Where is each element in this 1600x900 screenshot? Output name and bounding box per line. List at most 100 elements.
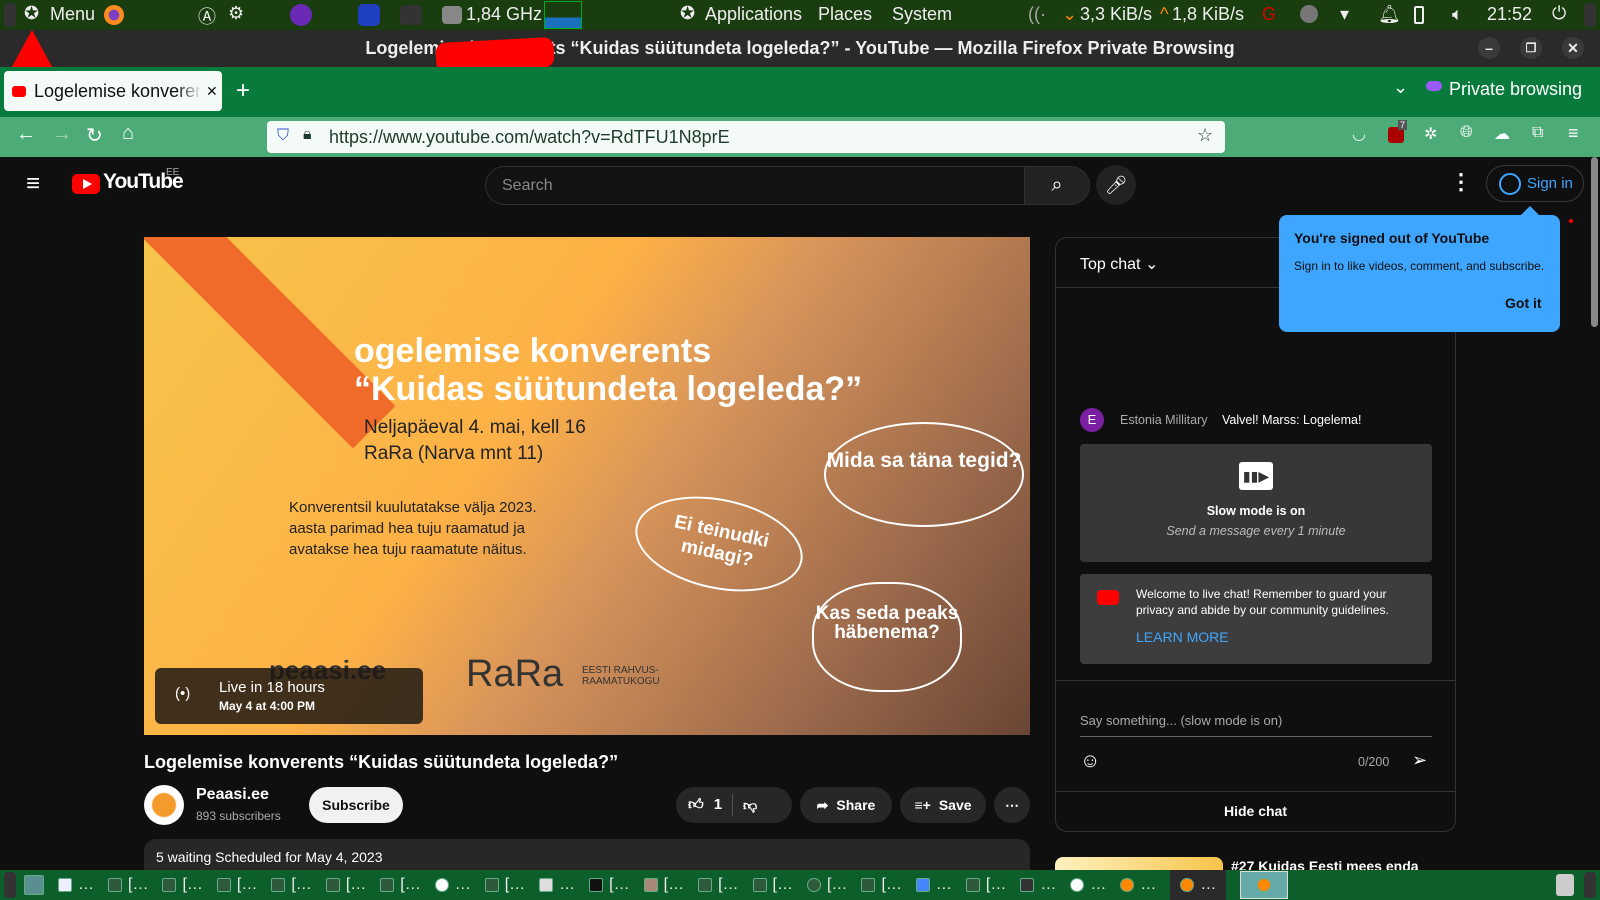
chat-author-name[interactable]: Estonia Millitary bbox=[1120, 413, 1208, 427]
tab-youtube[interactable]: Logelemise konverents ✕ bbox=[4, 71, 222, 111]
search-button[interactable]: ⌕ bbox=[1024, 166, 1090, 205]
learn-more-link[interactable]: LEARN MORE bbox=[1136, 629, 1229, 645]
mpx-icon[interactable]: G bbox=[1262, 4, 1276, 25]
firefox-launcher-icon[interactable] bbox=[104, 5, 124, 25]
maximize-button[interactable]: ❐ bbox=[1520, 37, 1542, 59]
taskbar-item[interactable]: [… bbox=[380, 876, 421, 894]
taskbar-item[interactable]: [… bbox=[752, 876, 793, 894]
cloud-extension-icon[interactable]: ☁ bbox=[1494, 124, 1510, 144]
taskbar-item[interactable]: [… bbox=[271, 876, 312, 894]
app-menu-icon[interactable]: ≡ bbox=[1568, 123, 1579, 144]
taskbar-item[interactable]: … bbox=[58, 876, 94, 894]
reload-button[interactable]: ↻ bbox=[86, 123, 103, 148]
taskbar-item-firefox[interactable]: … bbox=[1120, 876, 1156, 894]
opera-icon[interactable] bbox=[358, 4, 380, 26]
panel-collapse-left[interactable] bbox=[4, 3, 16, 27]
dislike-button[interactable]: 👎︎ bbox=[743, 797, 757, 814]
url-bar[interactable]: ⛉ 🔒︎ https://www.youtube.com/watch?v=RdT… bbox=[267, 121, 1225, 153]
save-button[interactable]: ≡+ Save bbox=[900, 787, 986, 823]
taskbar-item[interactable]: … bbox=[1020, 876, 1056, 894]
chat-input[interactable]: Say something... (slow mode is on) bbox=[1080, 713, 1432, 737]
trash-icon[interactable] bbox=[1556, 874, 1574, 896]
taskbar-item[interactable]: [… bbox=[484, 876, 525, 894]
extensions-puzzle-icon[interactable]: ⧉ bbox=[1532, 124, 1543, 142]
welcome-text: Welcome to live chat! Remember to guard … bbox=[1136, 587, 1389, 617]
taskbar-item[interactable]: [… bbox=[965, 876, 1006, 894]
new-tab-button[interactable]: + bbox=[236, 77, 250, 105]
taskbar-item[interactable]: … bbox=[434, 876, 471, 894]
taskbar-item[interactable]: [… bbox=[162, 876, 203, 894]
taskbar-scroll-right[interactable] bbox=[1584, 872, 1596, 898]
minimize-button[interactable]: – bbox=[1478, 37, 1500, 59]
taskbar-item[interactable]: [… bbox=[216, 876, 257, 894]
search-input[interactable]: Search bbox=[485, 166, 1025, 205]
settings-gears-icon[interactable]: ⚙ bbox=[228, 3, 244, 24]
battery-icon[interactable] bbox=[1414, 6, 1424, 24]
taskbar-item-firefox-active[interactable] bbox=[1240, 871, 1289, 899]
volume-icon[interactable]: 🔈︎ bbox=[1452, 4, 1463, 25]
list-all-tabs-icon[interactable]: ⌄ bbox=[1393, 77, 1408, 98]
youtube-logo-icon[interactable] bbox=[72, 174, 100, 194]
download-arrow-icon: ⌄ bbox=[1062, 4, 1078, 24]
back-button[interactable]: ← bbox=[16, 123, 36, 146]
extension-icon[interactable]: ✲ bbox=[1424, 124, 1437, 144]
taskbar-item[interactable]: [… bbox=[589, 876, 630, 894]
terminal-icon[interactable] bbox=[400, 5, 422, 25]
globe-extension-icon[interactable]: 🌐︎ bbox=[1460, 124, 1473, 142]
panel-collapse-right[interactable] bbox=[1584, 3, 1596, 27]
taskbar-item[interactable]: [… bbox=[325, 876, 366, 894]
url-text[interactable]: https://www.youtube.com/watch?v=RdTFU1N8… bbox=[329, 127, 730, 148]
taskbar-item[interactable]: [… bbox=[806, 876, 847, 894]
guide-menu-icon[interactable]: ≡ bbox=[26, 170, 40, 198]
indicator-icon[interactable] bbox=[1300, 5, 1318, 23]
notification-bell-icon[interactable]: 🔔︎ bbox=[1378, 4, 1401, 25]
top-chat-dropdown[interactable]: Top chat ⌄ bbox=[1080, 254, 1158, 274]
sign-in-button[interactable]: Sign in bbox=[1486, 165, 1584, 202]
tor-browser-icon[interactable] bbox=[290, 4, 312, 26]
lock-icon[interactable]: 🔒︎ bbox=[303, 126, 312, 144]
taskbar-item[interactable]: [… bbox=[108, 876, 148, 894]
system-menu[interactable]: System bbox=[892, 4, 952, 25]
bookmark-star-icon[interactable]: ☆ bbox=[1197, 125, 1213, 146]
home-button[interactable]: ⌂ bbox=[122, 122, 134, 145]
video-player[interactable]: ogelemise konverents “Kuidas süütundeta … bbox=[144, 237, 1030, 735]
close-window-button[interactable]: ✕ bbox=[1562, 37, 1584, 59]
taskbar-item[interactable]: [… bbox=[698, 876, 739, 894]
got-it-button[interactable]: Got it bbox=[1505, 295, 1542, 311]
forward-button[interactable]: → bbox=[52, 123, 72, 146]
send-button[interactable]: ➢ bbox=[1412, 750, 1427, 771]
like-button[interactable]: 👍︎ 1 bbox=[688, 796, 722, 814]
tracking-shield-icon[interactable]: ⛉ bbox=[277, 127, 289, 145]
taskbar-item[interactable]: … bbox=[1070, 876, 1106, 894]
emoji-button[interactable]: ☺ bbox=[1080, 750, 1100, 773]
more-actions-button[interactable]: ⋯ bbox=[994, 787, 1030, 823]
channel-name[interactable]: Peaasi.ee bbox=[196, 786, 269, 804]
microphone-icon: 🎤︎ bbox=[1104, 175, 1128, 195]
taskbar-scroll-left[interactable] bbox=[4, 872, 16, 898]
taskbar-item[interactable]: … bbox=[539, 876, 575, 894]
share-button[interactable]: ➦ Share bbox=[800, 787, 892, 823]
power-icon[interactable]: ⏻ bbox=[1552, 3, 1566, 24]
places-menu[interactable]: Places bbox=[818, 4, 872, 25]
clock[interactable]: 21:52 bbox=[1487, 4, 1532, 25]
save-playlist-icon: ≡+ bbox=[914, 797, 931, 813]
page-scrollbar[interactable] bbox=[1591, 157, 1598, 327]
applications-menu[interactable]: Applications bbox=[705, 4, 802, 25]
channel-avatar[interactable] bbox=[144, 785, 184, 825]
subscribe-button[interactable]: Subscribe bbox=[309, 787, 403, 823]
taskbar-show-desktop[interactable] bbox=[24, 875, 44, 895]
wifi-icon[interactable]: ▾ bbox=[1340, 4, 1349, 25]
chevron-down-icon: ⌄ bbox=[1144, 256, 1159, 273]
hide-chat-button[interactable]: Hide chat bbox=[1056, 803, 1455, 819]
like-count: 1 bbox=[713, 796, 723, 813]
taskbar-item[interactable]: [… bbox=[643, 876, 684, 894]
pocket-icon[interactable]: ◡ bbox=[1352, 124, 1366, 144]
close-tab-icon[interactable]: ✕ bbox=[206, 83, 218, 100]
taskbar-item-firefox[interactable]: … bbox=[1170, 870, 1227, 900]
menu-button[interactable]: Menu bbox=[50, 4, 95, 25]
accessibility-icon[interactable]: Ⓐ bbox=[198, 3, 216, 29]
taskbar-item[interactable]: … bbox=[915, 876, 952, 894]
voice-search-button[interactable]: 🎤︎ bbox=[1096, 165, 1136, 205]
taskbar-item[interactable]: [… bbox=[861, 876, 902, 894]
more-settings-icon[interactable]: ⋮ bbox=[1450, 169, 1472, 195]
